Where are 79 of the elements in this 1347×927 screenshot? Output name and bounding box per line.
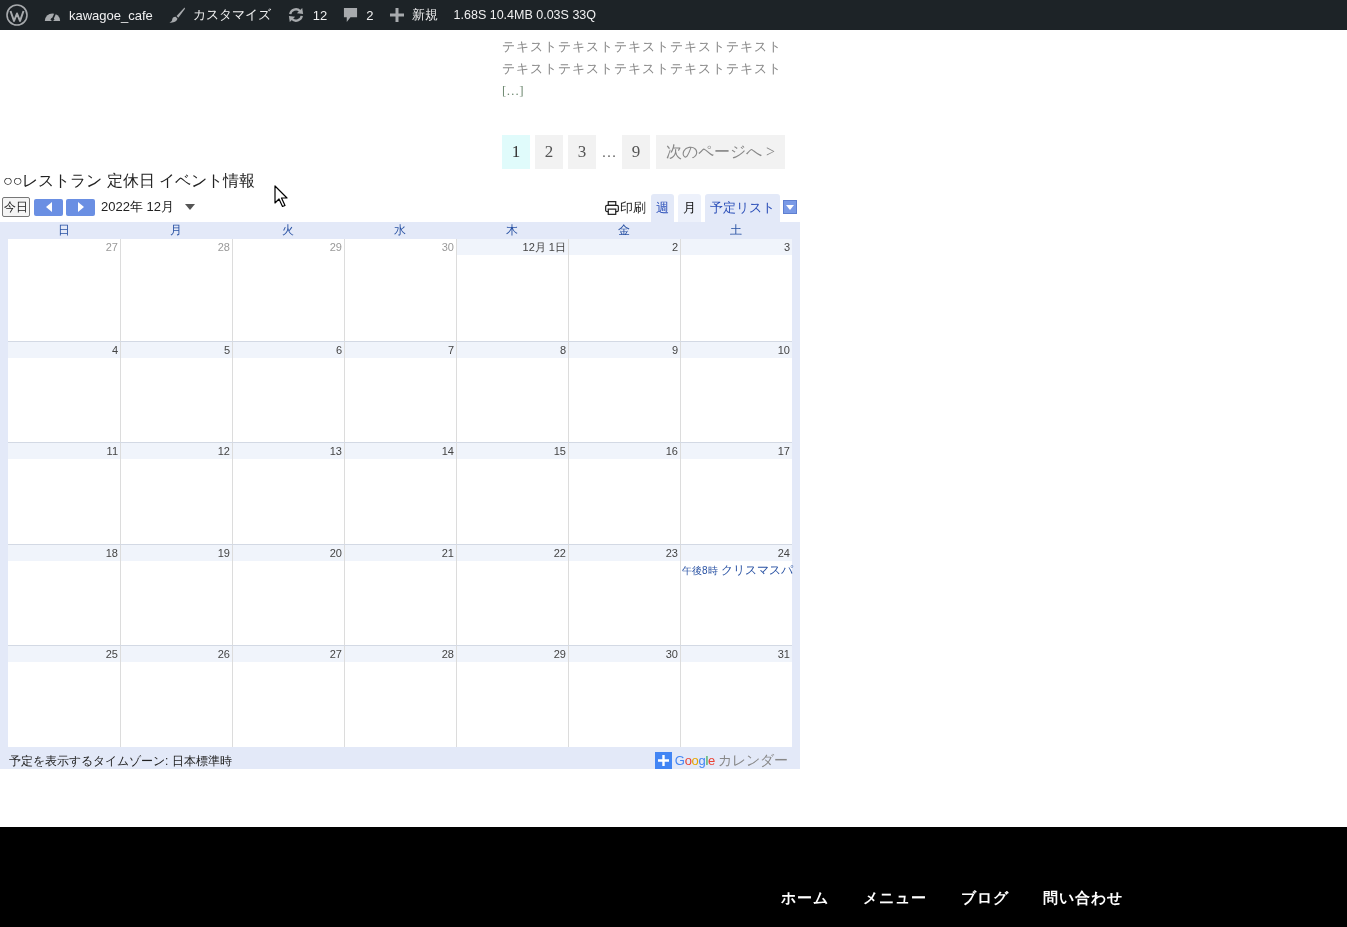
- day-number: 19: [121, 544, 232, 561]
- day-number: 23: [569, 544, 680, 561]
- day-number: 6: [233, 341, 344, 358]
- day-number: 4: [8, 341, 120, 358]
- plus-icon: [389, 8, 404, 22]
- view-tab[interactable]: 月: [678, 194, 701, 222]
- nav-link[interactable]: 問い合わせ: [1043, 887, 1123, 909]
- day-number: 28: [345, 646, 456, 663]
- day-number: 20: [233, 544, 344, 561]
- day-number: 30: [569, 646, 680, 663]
- day-number: 7: [345, 341, 456, 358]
- day-number: 15: [457, 443, 568, 460]
- day-number: 25: [8, 646, 120, 663]
- page-link[interactable]: 3: [568, 135, 596, 169]
- day-number: 18: [8, 544, 120, 561]
- timezone-note: 予定を表示するタイムゾーン: 日本標準時: [9, 753, 232, 769]
- nav-link[interactable]: ホーム: [781, 887, 829, 909]
- day-number: 17: [681, 443, 792, 460]
- event-link[interactable]: 午後8時 クリスマスパ: [681, 561, 793, 579]
- ellipsis-text: …: [601, 143, 617, 161]
- day-number: 11: [8, 443, 120, 460]
- caret-down-icon: [786, 204, 794, 210]
- next-button[interactable]: [66, 198, 95, 216]
- day-number: 21: [345, 544, 456, 561]
- day-number: 3: [681, 239, 792, 255]
- logo-icon[interactable]: [6, 4, 28, 26]
- today-button[interactable]: 今日: [2, 197, 30, 217]
- weekday-label: 火: [282, 222, 294, 239]
- day-number: 9: [569, 341, 680, 358]
- day-number: 12: [121, 443, 232, 460]
- day-number: 14: [345, 443, 456, 460]
- day-number: 24: [681, 544, 792, 561]
- nav-link[interactable]: ブログ: [961, 887, 1009, 909]
- speech-bubble-icon: [343, 7, 359, 23]
- day-number: 16: [569, 443, 680, 460]
- calendar-title: ○○レストラン 定休日 イベント情報: [3, 171, 256, 191]
- page-link[interactable]: 1: [502, 135, 530, 169]
- mouse-pointer-icon: [274, 185, 288, 208]
- day-number: 13: [233, 443, 344, 460]
- comments-link[interactable]: 2: [335, 0, 382, 30]
- caret-right-icon: [77, 202, 84, 212]
- weekday-label: 水: [394, 222, 406, 239]
- read-more-link[interactable]: […]: [502, 80, 524, 102]
- page-link[interactable]: 9: [622, 135, 650, 169]
- day-number: 8: [457, 341, 568, 358]
- view-tab[interactable]: 週: [651, 194, 674, 222]
- day-number: 22: [457, 544, 568, 561]
- excerpt-text: テキストテキストテキストテキストテキストテキストテキストテキストテキストテキスト: [502, 38, 783, 78]
- day-number: 31: [681, 646, 792, 663]
- day-number: 10: [681, 341, 792, 358]
- refresh-icon: [286, 7, 305, 23]
- caret-left-icon: [45, 202, 52, 212]
- site-name-link[interactable]: kawagoe_cafe: [36, 0, 161, 30]
- day-number: 29: [457, 646, 568, 663]
- nav-link[interactable]: メニュー: [863, 887, 927, 909]
- view-tab[interactable]: 予定リスト: [705, 194, 780, 222]
- page-link[interactable]: 2: [535, 135, 563, 169]
- updates-link[interactable]: 12: [278, 0, 336, 30]
- day-number: 5: [121, 341, 232, 358]
- customize-link[interactable]: カスタマイズ: [160, 0, 279, 30]
- weekday-label: 日: [58, 222, 70, 239]
- weekday-label: 木: [506, 222, 518, 239]
- weekday-label: 月: [170, 222, 182, 239]
- day-number: 27: [233, 646, 344, 663]
- new-content-link[interactable]: 新規: [381, 0, 446, 30]
- day-number: 12月 1日: [457, 239, 568, 255]
- plus-icon: [654, 752, 672, 769]
- dropdown-button[interactable]: [783, 200, 797, 214]
- month-label: 2022年 12月: [101, 198, 174, 216]
- previous-button[interactable]: [34, 198, 63, 216]
- day-number: 2: [569, 239, 680, 255]
- weekday-label: 土: [730, 222, 742, 239]
- paintbrush-icon: [168, 7, 185, 23]
- query-stats-link[interactable]: 1.68S 10.4MB 0.03S 33Q: [445, 0, 604, 30]
- day-number: 26: [121, 646, 232, 663]
- print-link[interactable]: 印刷: [605, 194, 646, 222]
- printer-icon: [605, 201, 619, 215]
- weekday-label: 金: [618, 222, 630, 239]
- caret-down-icon[interactable]: [185, 204, 195, 210]
